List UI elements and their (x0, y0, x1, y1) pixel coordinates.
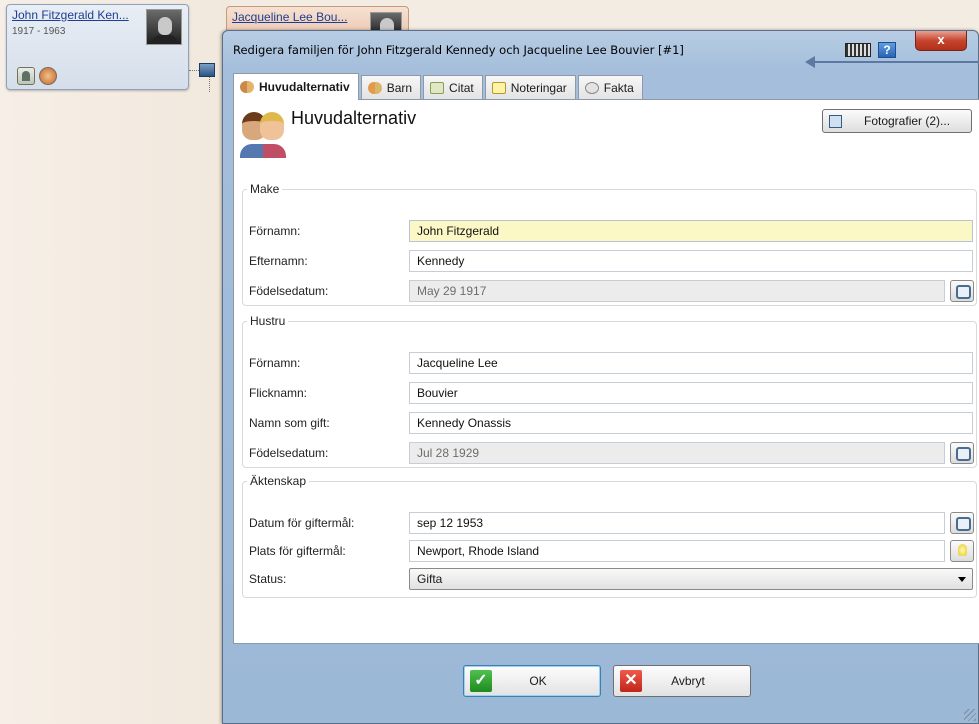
tab-citat[interactable]: Citat (423, 75, 483, 99)
tab-huvudalternativ[interactable]: Huvudalternativ (233, 73, 359, 100)
row-marriage-place: Plats för giftermål: Newport, Rhode Isla… (249, 540, 974, 562)
make-birth-input[interactable]: May 29 1917 (409, 280, 945, 302)
label: Datum för giftermål: (249, 516, 355, 530)
photos-button-label: Fotografier (2)... (864, 114, 951, 128)
label: Namn som gift: (249, 416, 330, 430)
row-marriage-status: Status: Gifta (249, 568, 973, 590)
make-last-name-input[interactable]: Kennedy (409, 250, 973, 272)
group-marriage-legend: Äktenskap (250, 474, 307, 488)
group-hustru-legend: Hustru (250, 314, 286, 328)
row-hustru-married: Namn som gift: Kennedy Onassis (249, 412, 973, 434)
tab-barn[interactable]: Barn (360, 75, 422, 99)
resize-grip[interactable] (964, 709, 976, 721)
cancel-label: Avbryt (671, 674, 705, 688)
ok-label: OK (529, 674, 547, 688)
row-marriage-date: Datum för giftermål: sep 12 1953 (249, 512, 974, 534)
section-title: Huvudalternativ (291, 108, 417, 128)
family-node-icon[interactable] (199, 63, 215, 77)
hustru-married-input[interactable]: Kennedy Onassis (409, 412, 973, 434)
notes-icon (491, 81, 506, 94)
close-button[interactable]: x (915, 31, 967, 51)
ok-button[interactable]: ✓ OK (463, 665, 601, 697)
hustru-birth-calendar-button[interactable] (950, 442, 974, 464)
note-icon[interactable] (39, 67, 57, 85)
row-make-last-name: Efternamn: Kennedy (249, 250, 973, 272)
row-make-first-name: Förnamn: John Fitzgerald (249, 220, 973, 242)
cancel-button[interactable]: ✕ Avbryt (613, 665, 751, 697)
tab-label: Noteringar (510, 80, 567, 95)
tab-panel: Huvudalternativ Fotografier (2)... Make … (233, 99, 979, 644)
marriage-place-input[interactable]: Newport, Rhode Island (409, 540, 945, 562)
photo-icon (829, 114, 842, 128)
husband-card[interactable]: John Fitzgerald Ken... 1917 - 1963 (6, 4, 189, 90)
checkmark-icon: ✓ (470, 670, 492, 692)
status-select[interactable]: Gifta (409, 568, 973, 590)
help-button[interactable]: ? (878, 42, 896, 58)
label: Plats för giftermål: (249, 544, 346, 558)
label: Efternamn: (249, 254, 308, 268)
status-value: Gifta (417, 572, 443, 586)
group-marriage: Äktenskap Datum för giftermål: sep 12 19… (242, 474, 977, 598)
label: Flicknamn: (249, 386, 308, 400)
tab-label: Citat (449, 80, 474, 95)
make-first-name-input[interactable]: John Fitzgerald (409, 220, 973, 242)
row-hustru-birth: Födelsedatum: Jul 28 1929 (249, 442, 974, 464)
marriage-date-input[interactable]: sep 12 1953 (409, 512, 945, 534)
group-make: Make Förnamn: John Fitzgerald Efternamn:… (242, 182, 977, 306)
hustru-maiden-input[interactable]: Bouvier (409, 382, 973, 404)
photos-button[interactable]: Fotografier (2)... (822, 109, 972, 133)
children-icon (367, 81, 382, 94)
label: Status: (249, 572, 287, 586)
gravestone-icon[interactable] (17, 67, 35, 85)
tab-noteringar[interactable]: Noteringar (484, 75, 576, 99)
keyboard-icon[interactable] (845, 43, 871, 57)
tab-label: Barn (386, 80, 413, 95)
quote-icon (430, 81, 445, 94)
row-make-birth: Födelsedatum: May 29 1917 (249, 280, 974, 302)
tab-bar: Huvudalternativ Barn Citat Noteringar Fa… (233, 73, 645, 100)
cross-icon: ✕ (620, 670, 642, 692)
label: Födelsedatum: (249, 284, 329, 298)
label: Förnamn: (249, 224, 301, 238)
tab-label: Fakta (603, 80, 634, 95)
tree-background (0, 0, 230, 724)
hustru-first-name-input[interactable]: Jacqueline Lee (409, 352, 973, 374)
group-make-legend: Make (250, 182, 280, 196)
edit-family-dialog: Redigera familjen för John Fitzgerald Ke… (222, 30, 979, 724)
husband-portrait[interactable] (146, 9, 182, 45)
make-birth-calendar-button[interactable] (950, 280, 974, 302)
hustru-birth-input[interactable]: Jul 28 1929 (409, 442, 945, 464)
row-hustru-maiden: Flicknamn: Bouvier (249, 382, 973, 404)
row-hustru-first-name: Förnamn: Jacqueline Lee (249, 352, 973, 374)
tab-fakta[interactable]: Fakta (577, 75, 643, 99)
facts-icon (584, 81, 599, 94)
couple-icon (240, 106, 286, 158)
place-suggest-bulb-button[interactable] (950, 540, 974, 562)
people-icon (240, 81, 254, 93)
label: Födelsedatum: (249, 446, 329, 460)
marriage-date-calendar-button[interactable] (950, 512, 974, 534)
tab-label: Huvudalternativ (259, 80, 350, 94)
annotation-arrow (805, 56, 979, 68)
dialog-title: Redigera familjen för John Fitzgerald Ke… (233, 43, 684, 57)
chevron-down-icon (958, 577, 966, 582)
label: Förnamn: (249, 356, 301, 370)
group-hustru: Hustru Förnamn: Jacqueline Lee Flicknamn… (242, 314, 977, 468)
